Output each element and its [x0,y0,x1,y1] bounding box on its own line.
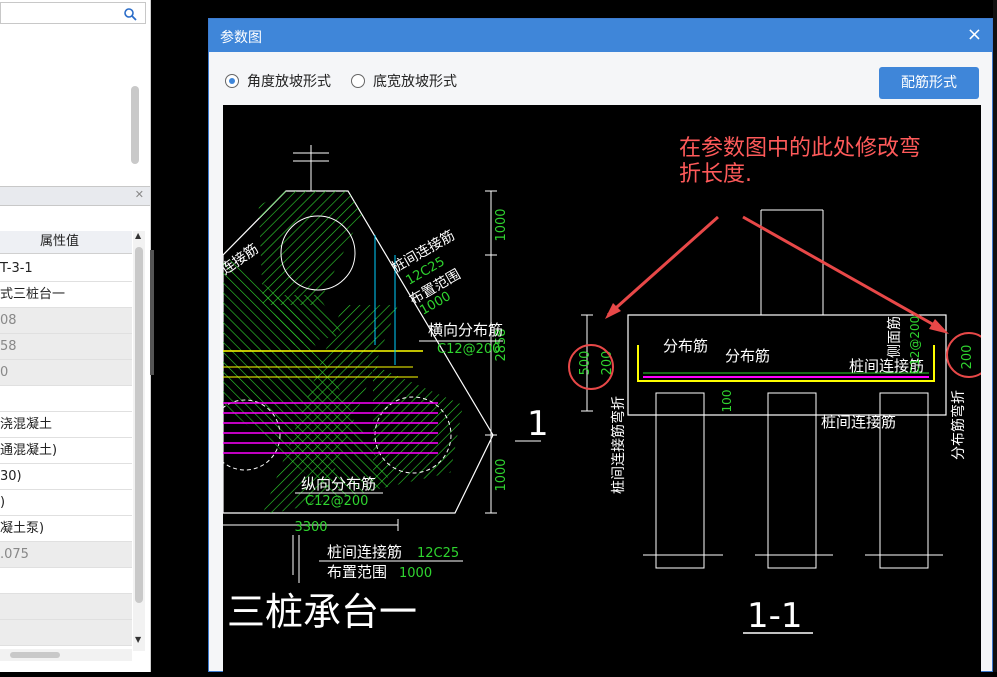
scroll-down-icon[interactable]: ▼ [135,635,141,644]
label-12c25-bottom: 12C25 [417,546,459,561]
label-pile-rebar-bottom: 桩间连接筋 [327,543,402,561]
label-left-vertical: 桩间连接筋弯折 [610,396,627,494]
panel-splitter[interactable] [150,250,154,375]
annotation-line-2: 折长度. [679,162,752,187]
radio-width-label: 底宽放坡形式 [373,74,457,90]
property-row[interactable] [0,594,132,620]
plan-title: 三桩承台一 [227,590,417,634]
close-icon[interactable]: ✕ [135,188,144,201]
rebar-config-button[interactable]: 配筋形式 [879,67,979,99]
property-row[interactable]: .075 [0,542,132,568]
scrollbar-thumb[interactable] [10,652,60,658]
property-column-header: 属性值 [0,231,132,254]
parameter-dialog: 参数图 × 角度放坡形式 底宽放坡形式 配筋形式 1000 2858 1000 … [208,18,993,673]
window-edge [993,0,997,672]
dim-500: 500 [578,351,593,376]
annotation-line-1: 在参数图中的此处修改弯 [679,136,921,161]
property-value: 30) [0,469,22,484]
property-value: T-3-1 [0,261,33,276]
label-side-rebar: 侧面筋 [886,316,903,358]
property-value: 58 [0,339,17,354]
dim-3300: 3300 [294,520,327,535]
parameter-drawing: 1000 2858 1000 3300 连接筋 桩间连接筋 12C25 布置范围… [209,136,992,636]
property-value: .075 [0,547,29,562]
scrollbar-thumb[interactable] [135,247,143,603]
property-row[interactable]: 30) [0,464,132,490]
property-row[interactable]: T-3-1 [0,256,132,282]
section-mark: 1 [527,404,549,444]
dialog-title: 参数图 [220,30,262,46]
property-value: 通混凝土) [0,443,58,458]
dim-100: 100 [720,390,734,413]
property-value: 式三桩台一 [0,287,66,302]
scroll-up-icon[interactable]: ▲ [135,231,141,240]
property-horizontal-scrollbar[interactable] [0,649,132,661]
radio-angle-slope[interactable]: 角度放坡形式 [225,72,355,92]
property-value: 浇混凝土 [0,417,53,432]
label-longitudinal-dist: 纵向分布筋 [301,475,376,493]
label-distribution-2: 分布筋 [725,347,770,365]
radio-angle-label: 角度放坡形式 [247,74,331,90]
tree-scrollbar-thumb[interactable] [131,86,139,164]
radio-width-slope[interactable]: 底宽放坡形式 [351,72,481,92]
property-row[interactable]: 08 [0,308,132,334]
search-icon[interactable] [123,7,137,21]
radio-selected-icon[interactable] [225,74,239,88]
label-range-bottom: 布置范围 [327,563,387,581]
property-row[interactable]: 通混凝土) [0,438,132,464]
property-value: 08 [0,313,17,328]
property-row[interactable]: 凝土泵) [0,516,132,542]
property-vertical-scrollbar[interactable]: ▲ ▼ [133,231,145,651]
label-right-vertical: 分布筋弯折 [950,390,967,460]
property-row[interactable]: 式三桩台一 [0,282,132,308]
property-panel: ✕ 属性值 T-3-1 式三桩台一 08 58 0 浇混凝土通混凝土) 30)) 凝土泵) .0… [0,0,151,672]
dim-200-right: 200 [960,345,975,370]
property-value: 0 [0,365,9,380]
property-row[interactable]: 0 [0,360,132,386]
dialog-titlebar: 参数图 × [209,19,992,52]
property-value: 凝土泵) [0,521,45,536]
label-c12-200-side: C12@200 [908,316,922,375]
close-icon[interactable]: × [967,24,982,45]
plan-view: 1000 2858 1000 3300 连接筋 桩间连接筋 12C25 布置范围… [209,145,549,634]
search-input[interactable] [0,2,146,24]
property-row[interactable]: ) [0,490,132,516]
property-row[interactable] [0,568,132,594]
label-c12-200-a: C12@200 [437,342,500,357]
dim-1000-top: 1000 [494,208,509,241]
property-value-header: 属性值 [40,234,80,249]
property-row[interactable] [0,620,132,646]
property-value: ) [0,495,6,510]
radio-unselected-icon[interactable] [351,74,365,88]
label-transverse-dist: 横向分布筋 [428,321,503,339]
section-title: 1-1 [747,596,803,636]
property-row[interactable]: 58 [0,334,132,360]
label-pile-connection-bottom: 桩间连接筋 [821,413,896,431]
label-1000-bottom: 1000 [399,566,432,581]
property-panel-header: ✕ [0,186,150,206]
property-row[interactable]: 浇混凝土 [0,412,132,438]
dim-1000-bottom: 1000 [494,458,509,491]
property-row[interactable] [0,386,132,412]
label-c12-200-b: C12@200 [305,494,368,509]
label-distribution-1: 分布筋 [663,337,708,355]
parameter-drawing-canvas: 1000 2858 1000 3300 连接筋 桩间连接筋 12C25 布置范围… [209,105,992,673]
section-view: 500 200 100 200 分布筋 分布筋 桩间连接筋 桩间连接筋 侧面筋 … [578,209,975,636]
